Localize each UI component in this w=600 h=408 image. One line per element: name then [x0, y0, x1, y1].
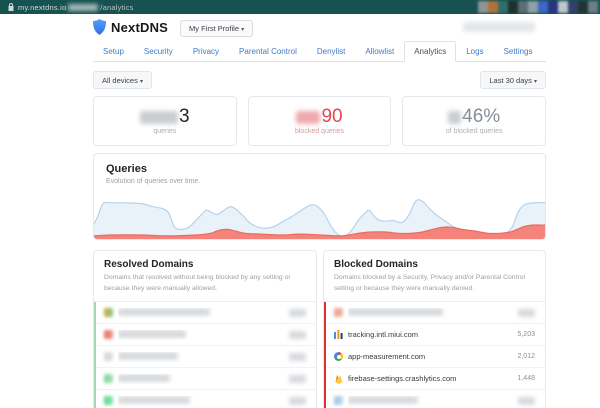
tab-logs[interactable]: Logs: [456, 41, 493, 62]
browser-url-bar[interactable]: my.nextdns.io /analytics: [0, 0, 600, 14]
miui-icon: [334, 330, 343, 339]
url-text[interactable]: my.nextdns.io /analytics: [18, 3, 134, 12]
blocked-count-visible: 90: [321, 107, 342, 127]
favicon-redacted: [334, 308, 343, 317]
domain-count-redacted: [518, 397, 535, 405]
resolved-domain-row[interactable]: [96, 346, 316, 368]
resolved-domain-row[interactable]: [96, 324, 316, 346]
blocked-domain-row[interactable]: [326, 390, 545, 408]
nextdns-logo[interactable]: NextDNS: [93, 19, 168, 35]
domain-count: 5,203: [517, 331, 535, 338]
favicon-redacted: [334, 396, 343, 405]
domain-name-redacted: [118, 352, 289, 362]
blocked-label: blocked queries: [295, 128, 344, 135]
resolved-domain-row[interactable]: [96, 368, 316, 390]
blocked-card-title: Blocked Domains: [334, 259, 535, 270]
queries-count-redacted: [140, 111, 178, 124]
domain-name-redacted: [118, 330, 289, 340]
blocked-count-redacted: [296, 111, 320, 124]
domain-count-redacted: [289, 309, 306, 317]
domains-row: Resolved Domains Domains that resolved w…: [93, 250, 546, 408]
domain-name-redacted: [348, 308, 518, 318]
resolved-card-title: Resolved Domains: [104, 259, 306, 270]
blocked-domains-card: Blocked Domains Domains blocked by a Sec…: [323, 250, 546, 408]
nextdns-analytics-page: my.nextdns.io /analytics NextDNS My Firs…: [0, 0, 600, 408]
resolved-domain-row[interactable]: [96, 302, 316, 324]
queries-count-visible: 3: [179, 107, 190, 127]
tab-settings[interactable]: Settings: [494, 41, 543, 62]
tab-analytics[interactable]: Analytics: [404, 41, 456, 62]
domain-count-redacted: [518, 309, 535, 317]
resolved-card-subtitle: Domains that resolved without being bloc…: [104, 273, 306, 294]
domain-count-redacted: [289, 353, 306, 361]
domain-name: firebase-settings.crashlytics.com: [348, 374, 517, 383]
queries-card-title: Queries: [106, 163, 533, 175]
resolved-domain-row[interactable]: [96, 390, 316, 408]
tab-parental-control[interactable]: Parental Control: [229, 41, 307, 62]
shield-icon: [93, 19, 106, 35]
domain-name-redacted: [348, 396, 518, 406]
devices-filter-button[interactable]: All devices ▾: [93, 71, 152, 89]
domain-name: app-measurement.com: [348, 352, 517, 361]
stat-card-blocked-queries: 90 blocked queries: [248, 96, 392, 146]
favicon-redacted: [104, 352, 113, 361]
tab-setup[interactable]: Setup: [93, 41, 134, 62]
url-host: my.nextdns.io: [18, 3, 66, 12]
tab-allowlist[interactable]: Allowlist: [355, 41, 404, 62]
resolved-domains-list: [94, 302, 316, 408]
blocked-domains-list: tracking.intl.miui.com5,203app-measureme…: [324, 302, 545, 408]
domain-count-redacted: [289, 331, 306, 339]
queries-chart-card: Queries Evolution of queries over time.: [93, 153, 546, 240]
percent-label: of blocked queries: [446, 128, 503, 135]
domain-count-redacted: [289, 397, 306, 405]
tab-denylist[interactable]: Denylist: [307, 41, 355, 62]
domain-count: 2,012: [517, 353, 535, 360]
favicon-redacted: [104, 396, 113, 405]
main-nav-tabs: SetupSecurityPrivacyParental ControlDeny…: [93, 42, 546, 62]
resolved-domains-card: Resolved Domains Domains that resolved w…: [93, 250, 317, 408]
brand-name: NextDNS: [111, 20, 168, 35]
blocked-domain-row[interactable]: [326, 302, 545, 324]
period-filter-button[interactable]: Last 30 days ▾: [480, 71, 546, 89]
stat-card-blocked-percent: 46% of blocked queries: [402, 96, 546, 146]
domain-name-redacted: [118, 308, 289, 318]
percent-redacted: [448, 111, 461, 124]
favicon-redacted: [104, 374, 113, 383]
account-info-redacted: [463, 22, 535, 32]
domain-name: tracking.intl.miui.com: [348, 330, 517, 339]
tab-security[interactable]: Security: [134, 41, 183, 62]
percent-visible: 46%: [462, 107, 500, 127]
chevron-down-icon: ▾: [140, 79, 143, 85]
stats-row: 3 queries 90 blocked queries 46% of bloc…: [93, 96, 546, 146]
firebase-icon: [334, 374, 343, 383]
devices-filter-label: All devices: [102, 76, 138, 85]
url-path: /analytics: [100, 3, 133, 12]
lock-icon: [8, 3, 14, 11]
blocked-domain-row[interactable]: app-measurement.com2,012: [326, 346, 545, 368]
domain-name-redacted: [118, 374, 289, 384]
queries-label: queries: [153, 128, 176, 135]
profile-name: My First Profile: [189, 24, 239, 33]
favicon-redacted: [104, 308, 113, 317]
favicon-redacted: [104, 330, 113, 339]
queries-area-chart[interactable]: [94, 193, 545, 239]
blocked-domain-row[interactable]: firebase-settings.crashlytics.com1,448: [326, 368, 545, 390]
google-icon: [334, 352, 343, 361]
blocked-card-subtitle: Domains blocked by a Security, Privacy a…: [334, 273, 535, 294]
blocked-domain-row[interactable]: tracking.intl.miui.com5,203: [326, 324, 545, 346]
browser-extensions-redacted: [478, 1, 598, 13]
url-redacted-segment: [68, 4, 98, 11]
domain-count: 1,448: [517, 375, 535, 382]
stat-card-queries: 3 queries: [93, 96, 237, 146]
site-header: NextDNS My First Profile ▾: [0, 14, 600, 42]
chevron-down-icon: ▾: [534, 79, 537, 85]
queries-card-subtitle: Evolution of queries over time.: [106, 178, 533, 185]
domain-name-redacted: [118, 396, 289, 406]
period-filter-label: Last 30 days: [489, 76, 532, 85]
domain-count-redacted: [289, 375, 306, 383]
chevron-down-icon: ▾: [241, 27, 244, 33]
profile-selector-button[interactable]: My First Profile ▾: [180, 20, 253, 37]
tab-privacy[interactable]: Privacy: [183, 41, 229, 62]
